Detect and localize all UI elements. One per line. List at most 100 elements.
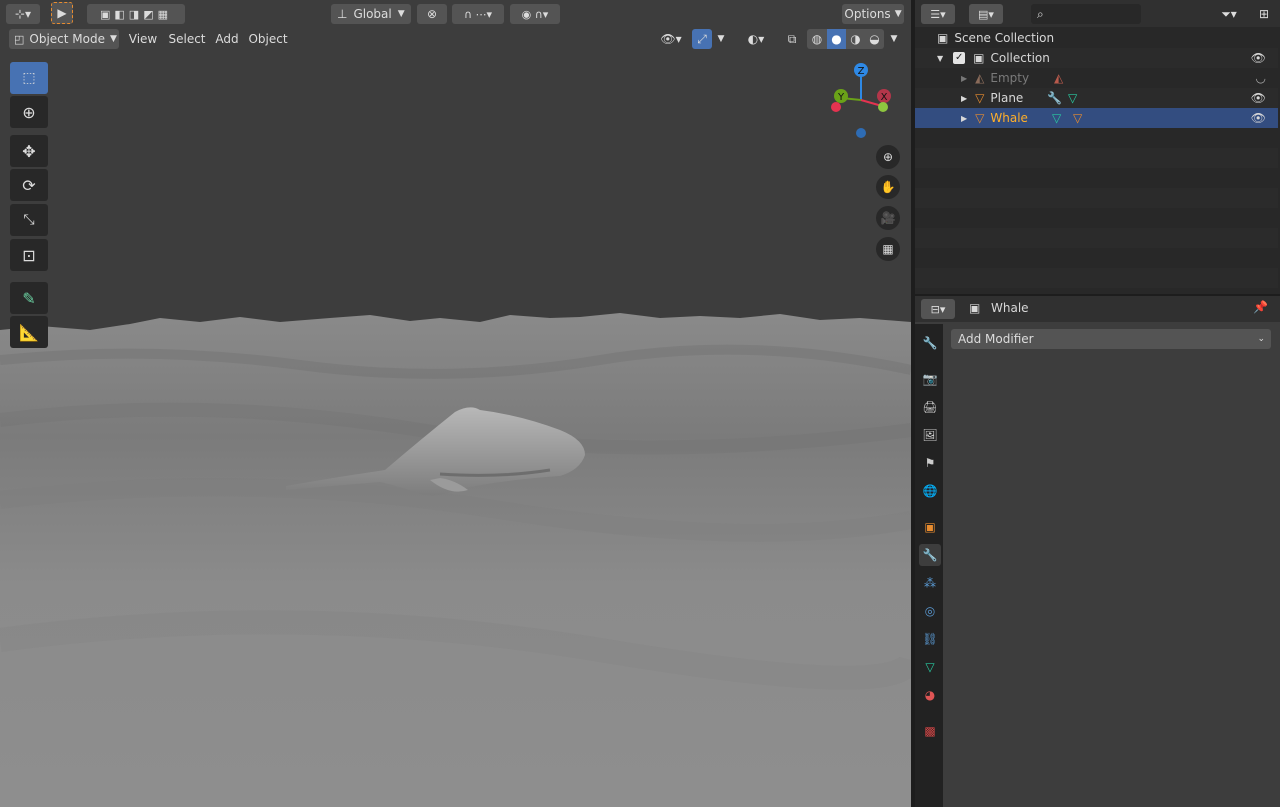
navigation-gizmo[interactable]: Z X Y (822, 60, 902, 145)
visibility-dropdown[interactable]: 👁▾ (654, 29, 688, 49)
properties-tab-bar: 🔧 📷 🖨 🖼 ⚑ 🌐 ▣ 🔧 ⁂ ◎ ⛓ ▽ ◕ ▩ (915, 324, 943, 807)
measure-ruler-icon: 📐 (19, 322, 39, 342)
properties-editor-type[interactable]: ⊟▾ (921, 299, 955, 319)
outliner-row-whale[interactable]: ▶ ▽ Whale ▽ ▽ 👁 (915, 108, 1278, 128)
object-icon: ▣ (924, 520, 936, 534)
display-mode-dropdown[interactable]: ▤▾ (969, 4, 1003, 24)
proportional-edit-set[interactable]: ◉ ∩▾ (510, 4, 560, 24)
menu-select[interactable]: Select (166, 29, 208, 49)
move-tool[interactable]: ✥ (10, 135, 48, 167)
object-mode-icon: ◰ (14, 32, 25, 46)
gizmo-dropdown[interactable]: ▼ (713, 29, 729, 49)
axis-z-label: Z (858, 66, 865, 77)
tool-shelf: ⬚ ⊕ ✥ ⟳ ⤡ ⊡ ✎ 📐 (8, 61, 50, 351)
filter-dropdown[interactable]: ⏷▾ (1212, 4, 1246, 24)
gizmo-toggle-button[interactable]: ⤢ (692, 29, 712, 49)
eye-icon[interactable]: 👁 (1251, 91, 1266, 105)
chevron-down-icon: ▼ (890, 34, 898, 44)
outliner-search-input[interactable]: ⌕ (1031, 4, 1141, 24)
mesh-data-icon: ▽ (1068, 91, 1078, 105)
select-mode-set[interactable]: ▣◧◨◩▦ (87, 4, 185, 24)
shading-material-button[interactable]: ◑ (846, 29, 865, 49)
empty-object-icon: ◭ (975, 71, 985, 85)
scene-icon: ⚑ (924, 456, 936, 470)
tab-physics[interactable]: ◎ (919, 600, 941, 622)
scale-tool[interactable]: ⤡ (10, 204, 48, 236)
tab-object[interactable]: ▣ (919, 516, 941, 538)
options-dropdown[interactable]: Options ▼ (842, 4, 904, 24)
eye-icon[interactable]: 👁 (1251, 51, 1266, 65)
measure-tool[interactable]: 📐 (10, 316, 48, 348)
expand-arrow-icon: ▶ (961, 113, 968, 123)
modifier-wrench-icon: 🔧 (1047, 91, 1062, 105)
eye-icon[interactable]: 👁 (1251, 111, 1266, 125)
new-collection-button[interactable]: ⊞ (1254, 4, 1274, 24)
xray-toggle-button[interactable]: ⧉ (782, 29, 802, 49)
new-collection-icon: ⊞ (1258, 7, 1270, 21)
chevron-down-icon: ▼ (110, 34, 117, 44)
pin-icon[interactable]: 📌 (1253, 300, 1268, 314)
shading-rendered-button[interactable]: ◒ (865, 29, 884, 49)
overlay-dropdown[interactable]: ◐▾ (736, 29, 776, 49)
hand-icon: ✋ (880, 180, 896, 194)
outliner-editor-type[interactable]: ☰▾ (921, 4, 955, 24)
tab-tool[interactable]: 🔧 (919, 332, 941, 354)
select-tool-button[interactable]: ▶ (51, 2, 73, 24)
select-box-tool[interactable]: ⬚ (10, 62, 48, 94)
shading-solid-button[interactable]: ● (827, 29, 846, 49)
axis-x-label: X (881, 92, 888, 103)
search-icon: ⌕ (1037, 6, 1044, 21)
outliner-row-empty[interactable]: ▶ ◭ Empty ◭ ◡ (915, 68, 1278, 88)
mode-dropdown[interactable]: ◰ Object Mode ▼ (9, 29, 119, 49)
tab-constraints[interactable]: ⛓ (919, 628, 941, 650)
tab-data[interactable]: ▽ (919, 656, 941, 678)
menu-object[interactable]: Object (246, 29, 290, 49)
viewport-3d[interactable]: ⊹▾ ▶ ▣◧◨◩▦ ⊥ Global ▼ ⊗ ∩ ⋯▾ ◉ ∩▾ Option… (0, 0, 911, 807)
tab-world[interactable]: 🌐 (919, 480, 941, 502)
annotate-pencil-icon: ✎ (22, 288, 36, 308)
texture-icon: ▩ (924, 724, 936, 738)
pivot-dropdown[interactable]: ⊗ (417, 4, 447, 24)
viewport-header: ⊹▾ ▶ ▣◧◨◩▦ ⊥ Global ▼ ⊗ ∩ ⋯▾ ◉ ∩▾ Option… (0, 0, 911, 27)
outliner-row-scene[interactable]: ▣ Scene Collection (915, 28, 1278, 48)
snap-icon: ∩ ⋯▾ (463, 7, 493, 21)
area-divider-vertical[interactable] (911, 0, 915, 807)
rotate-tool[interactable]: ⟳ (10, 169, 48, 201)
constraints-icon: ⛓ (922, 632, 938, 646)
tab-view-layer[interactable]: 🖼 (919, 424, 941, 446)
tab-render[interactable]: 📷 (919, 368, 941, 390)
tab-modifiers[interactable]: 🔧 (919, 544, 941, 566)
chevron-down-icon: ▼ (717, 34, 725, 44)
area-divider-horizontal[interactable] (915, 294, 1280, 296)
pan-button[interactable]: ✋ (876, 175, 900, 199)
zoom-button[interactable]: ⊕ (876, 145, 900, 169)
shading-dropdown[interactable]: ▼ (885, 29, 903, 49)
properties-icon: ⊟▾ (930, 302, 946, 316)
transform-tool[interactable]: ⊡ (10, 239, 48, 271)
outliner-row-collection[interactable]: ▼ ✓ ▣ Collection 👁 (915, 48, 1278, 68)
tab-texture[interactable]: ▩ (919, 720, 941, 742)
camera-view-button[interactable]: 🎥 (876, 206, 900, 230)
snap-set[interactable]: ∩ ⋯▾ (452, 4, 504, 24)
outliner-row-plane[interactable]: ▶ ▽ Plane 🔧 ▽ 👁 (915, 88, 1278, 108)
axis-y-label: Y (837, 92, 845, 103)
tab-output[interactable]: 🖨 (919, 396, 941, 418)
outliner-header: ☰▾ ▤▾ ⌕ ⏷▾ ⊞ (915, 0, 1280, 27)
move-arrows-icon: ✥ (22, 141, 36, 161)
checkbox-checked-icon[interactable]: ✓ (953, 52, 966, 64)
transform-icon: ⊡ (22, 245, 36, 265)
menu-add[interactable]: Add (212, 29, 242, 49)
add-modifier-dropdown[interactable]: Add Modifier ⌄ (951, 329, 1271, 349)
editor-type-button[interactable]: ⊹▾ (6, 4, 40, 24)
tab-material[interactable]: ◕ (919, 684, 941, 706)
transform-orientation-dropdown[interactable]: ⊥ Global ▼ (331, 4, 411, 24)
annotate-tool[interactable]: ✎ (10, 282, 48, 314)
empty-data-icon: ◭ (1054, 71, 1064, 85)
eye-closed-icon[interactable]: ◡ (1256, 71, 1266, 85)
menu-view[interactable]: View (125, 29, 161, 49)
shading-wireframe-button[interactable]: ◍ (807, 29, 827, 49)
tab-particles[interactable]: ⁂ (919, 572, 941, 594)
cursor-tool[interactable]: ⊕ (10, 96, 48, 128)
tab-scene[interactable]: ⚑ (919, 452, 941, 474)
perspective-toggle-button[interactable]: ▦ (876, 237, 900, 261)
